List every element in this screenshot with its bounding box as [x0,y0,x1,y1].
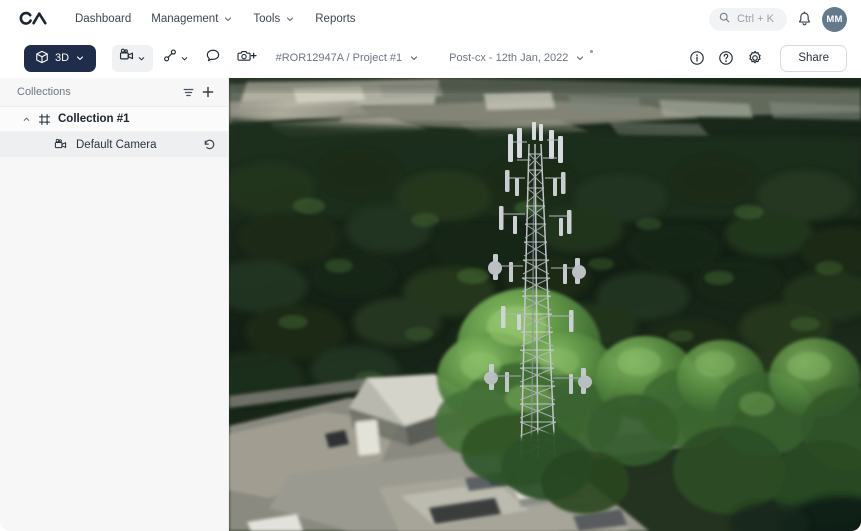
cube-icon [35,50,49,67]
app-window: Dashboard Management Tools Reports Ctrl … [0,0,861,531]
info-icon[interactable] [684,45,710,71]
search-input[interactable]: Ctrl + K [709,7,787,31]
nav-item-management[interactable]: Management [142,8,242,30]
collections-sidebar: Collections Collection #1 Default Camera [0,78,229,531]
scene-render [229,78,861,531]
chevron-down-icon [223,14,233,24]
collections-tree: Collection #1 Default Camera [0,107,228,157]
tree-item-label: Default Camera [76,138,157,151]
photogrammetry-scene [229,78,861,531]
nav-item-reports[interactable]: Reports [306,8,364,30]
measure-icon [162,48,178,68]
video-camera-icon [119,48,135,68]
chevron-down-icon [575,53,585,63]
tool-snapshot[interactable] [230,45,264,72]
chevron-down-icon [75,53,85,63]
filter-icon[interactable] [178,82,198,102]
search-icon [719,10,730,28]
camera-plus-icon [237,48,257,68]
nav-item-label: Reports [315,13,356,25]
nav-item-dashboard[interactable]: Dashboard [66,8,140,30]
breadcrumb-project[interactable]: #ROR12947A / Project #1 [272,49,424,67]
share-button[interactable]: Share [780,44,847,72]
status-dot-indicator [590,50,594,53]
chevron-down-icon [285,14,295,24]
avatar[interactable]: MM [822,6,847,32]
gear-icon[interactable] [742,45,768,71]
view-mode-label: 3D [55,52,70,64]
nav-item-label: Dashboard [75,13,132,25]
top-nav-right-cluster: Ctrl + K MM [709,6,847,32]
sidebar-title: Collections [17,86,71,98]
nav-item-label: Tools [253,13,281,25]
breadcrumb-project-label: #ROR12947A / Project #1 [275,52,403,64]
sidebar-header: Collections [0,78,228,107]
3d-viewport[interactable] [229,78,861,531]
breadcrumb-capture-label: Post-cx - 12th Jan, 2022 [449,52,569,64]
view-mode-3d-button[interactable]: 3D [24,44,97,72]
breadcrumb-capture-date[interactable]: Post-cx - 12th Jan, 2022 [445,49,594,67]
add-icon[interactable] [198,82,218,102]
chevron-down-icon [180,54,189,63]
frame-icon [38,113,51,126]
tree-group-label: Collection #1 [58,113,130,125]
video-camera-icon [54,138,68,151]
logo-icon [19,11,47,25]
toolbar-tool-group [112,44,264,72]
chevron-down-icon [409,53,419,63]
app-logo[interactable] [18,7,48,31]
avatar-initials: MM [826,13,843,25]
toolbar-right-cluster: Share [684,44,847,72]
tool-video-camera[interactable] [112,44,154,72]
reset-icon[interactable] [203,138,216,151]
nav-item-tools[interactable]: Tools [244,8,304,30]
tool-comment[interactable] [198,45,228,72]
bell-icon[interactable] [797,11,812,27]
comment-icon [205,48,221,68]
top-navigation-bar: Dashboard Management Tools Reports Ctrl … [0,0,861,38]
chevron-down-icon [137,54,146,63]
nav-item-label: Management [151,13,219,25]
tree-group-collection-1[interactable]: Collection #1 [0,107,228,132]
tree-item-default-camera[interactable]: Default Camera [0,132,228,157]
share-button-label: Share [798,52,829,64]
main-body: Collections Collection #1 Default Camera [0,78,861,531]
chevron-up-icon[interactable] [22,115,31,124]
search-placeholder: Ctrl + K [737,13,774,25]
help-icon[interactable] [713,45,739,71]
editor-toolbar: 3D #ROR12947A / Project #1 Post-cx - 12t… [0,38,861,78]
tool-measure[interactable] [155,45,196,72]
main-nav-items: Dashboard Management Tools Reports [66,8,365,30]
